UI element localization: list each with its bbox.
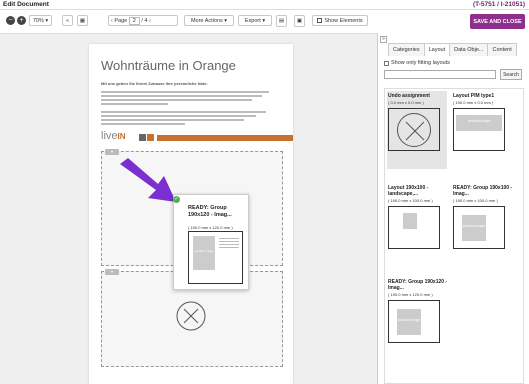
tab-categories[interactable]: Categories [388,43,425,56]
document-icon[interactable]: ▤ [276,15,287,27]
body-text [101,91,269,127]
page-input[interactable]: 2 [128,16,140,25]
drag-preview-card[interactable]: READY: Group 190x120 - Imag... ( 190.0 m… [173,194,249,290]
layout-card-190x100-landscape[interactable]: Layout 190x100 - landscape,... ( 190.0 m… [388,185,448,249]
tab-content[interactable]: Content [487,43,517,56]
search-input[interactable] [384,70,496,79]
layout-list: Undo assignment ( 0.0 mm x 0.0 mm ) Layo… [384,88,524,384]
page-label: Page [114,17,128,24]
save-and-close-button[interactable]: SAVE AND CLOSE [470,14,525,29]
zoom-out-icon[interactable]: − [6,16,15,25]
grid-icon: ▦ [79,17,86,24]
empty-slot-icon [176,301,206,331]
layout-card-group-190x100[interactable]: READY: Group 190x100 - Imag... ( 190.0 m… [453,185,513,249]
drag-preview-thumbnail: product image [188,231,243,284]
layout-thumbnail [388,206,440,249]
side-panel: Categories Layout Data Obje... Content S… [378,33,529,384]
layout-title: Layout PIM type1 [453,93,495,99]
export-label: Export [244,17,261,24]
zoom-value: 70% [32,17,44,24]
layout-thumbnail: product image [453,108,505,151]
layout-thumbnail: product image [453,206,505,249]
show-elements-checkbox[interactable] [317,18,323,23]
drag-preview-size: ( 190.0 mm x 120.0 mm ) [188,225,233,230]
show-elements-label: Show Elements [324,17,363,24]
layout-size: ( 190.0 mm x 100.0 mm ) [453,198,498,203]
layout-title: Layout 190x100 - landscape,... [388,185,429,197]
logo-square-orange [147,134,154,141]
title-bar: Edit Document (T-5751 / I-21051) [0,0,529,10]
collapse-panel-icon[interactable]: » [380,36,387,43]
page-total: / 4 [141,17,148,24]
slot-tag: ▾ [105,149,119,155]
layout-card-pim-type1[interactable]: Layout PIM type1 ( 190.0 mm x 0.0 mm ) p… [453,93,513,151]
grid-view-button[interactable]: ▦ [77,15,88,26]
tab-data-objects[interactable]: Data Obje... [449,43,489,56]
window-title: Edit Document [3,1,49,8]
drag-preview-title: READY: Group 190x120 - Imag... [188,205,232,218]
product-image-placeholder: product image [462,215,486,241]
zoom-select[interactable]: 70% ▾ [29,15,52,26]
brand-logo: liveIN [101,130,126,142]
undo-icon [397,113,431,147]
fitting-layouts-label: Show only fitting layouts [391,60,451,66]
layout-thumbnail: product image [388,300,440,343]
image-placeholder [403,213,417,229]
more-actions-button[interactable]: More Actions ▾ [184,15,234,26]
fitting-layouts-checkbox[interactable] [384,60,389,66]
logo-square-dark [139,134,146,141]
zoom-in-icon[interactable]: + [17,16,26,25]
document-id: (T-5751 / I-21051) [472,1,525,8]
layout-size: ( 190.0 mm x 100.0 mm ) [388,198,433,203]
page-navigator: ‹ Page 2 / 4 › [108,15,178,26]
layout-size: ( 0.0 mm x 0.0 mm ) [388,100,424,105]
more-actions-label: More Actions [190,17,223,24]
product-image-placeholder: product image [193,236,215,270]
panel-tabs: Categories Layout Data Obje... Content [388,43,517,56]
preview-icon[interactable]: ▣ [294,15,305,27]
product-image-placeholder: product image [456,115,502,131]
layout-size: ( 190.0 mm x 120.0 mm ) [388,292,433,297]
first-page-button[interactable]: « [62,15,73,26]
layout-size: ( 190.0 mm x 0.0 mm ) [453,100,494,105]
toolbar: − + 70% ▾ « ▦ ‹ Page 2 / 4 › More Action… [0,10,529,32]
search-button[interactable]: Search [500,69,522,80]
fitting-layouts-option[interactable]: Show only fitting layouts [384,60,450,66]
next-page-icon[interactable]: › [149,18,151,24]
document-title: Wohnträume in Orange [101,58,236,73]
show-elements-toggle[interactable]: Show Elements [312,15,368,26]
document-subtitle: Mit uns geben Sie Ihrem Zuhause Ihre per… [101,81,208,86]
accent-bar [157,135,293,141]
tab-layout[interactable]: Layout [423,43,451,56]
prev-page-icon[interactable]: ‹ [111,18,113,24]
first-page-icon: « [65,17,70,24]
layout-title: Undo assignment [388,93,430,99]
product-image-placeholder: product image [397,309,421,335]
layout-card-undo[interactable]: Undo assignment ( 0.0 mm x 0.0 mm ) [388,93,448,151]
layout-card-group-190x120[interactable]: READY: Group 190x120 - Imag... ( 190.0 m… [388,279,448,343]
slot-tag: ▾ [105,269,119,275]
layout-title: READY: Group 190x120 - Imag... [388,279,448,291]
ready-check-icon: ✓ [173,196,180,203]
export-button[interactable]: Export ▾ [238,15,272,26]
layout-thumbnail [388,108,440,151]
layout-title: READY: Group 190x100 - Imag... [453,185,513,197]
